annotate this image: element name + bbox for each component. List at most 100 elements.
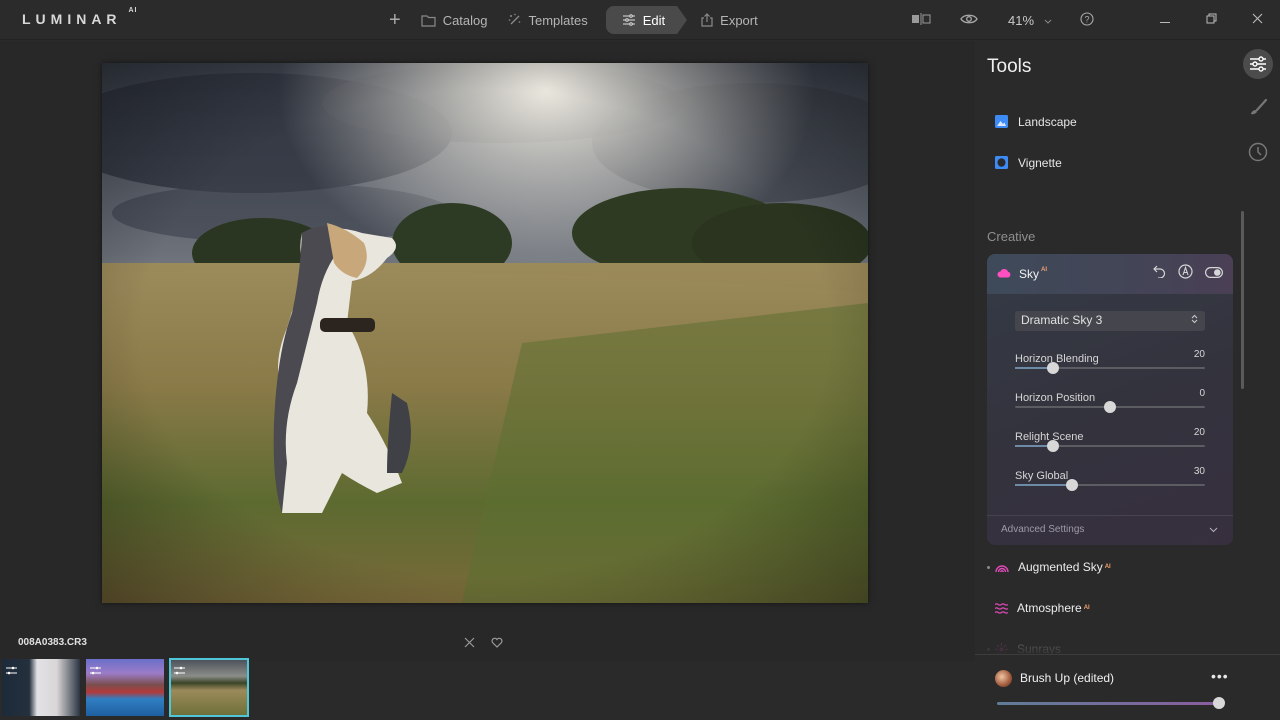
photo-actions xyxy=(464,635,503,653)
template-amount-slider[interactable] xyxy=(997,697,1225,709)
edited-adjustments-icon xyxy=(174,662,185,680)
chevron-down-icon xyxy=(1209,525,1218,536)
slider-track[interactable] xyxy=(1015,440,1205,452)
more-options-button[interactable]: ••• xyxy=(1211,668,1229,684)
slider-horizon-position: Horizon Position 0 xyxy=(1015,388,1205,413)
tool-label: Augmented Sky xyxy=(1018,560,1103,574)
slider-value: 0 xyxy=(1199,388,1205,399)
eye-icon xyxy=(960,13,978,28)
chevron-down-icon xyxy=(1044,13,1052,27)
slider-label: Sky Global xyxy=(1015,470,1069,482)
tool-vignette[interactable]: Vignette xyxy=(995,156,1062,170)
vignette-icon xyxy=(995,156,1009,170)
template-name: Brush Up (edited) xyxy=(1020,671,1115,685)
sky-tool-header[interactable]: Sky AI xyxy=(987,254,1233,294)
slider-handle[interactable] xyxy=(1213,697,1225,709)
slider-track[interactable] xyxy=(1015,401,1205,413)
slider-handle[interactable] xyxy=(1066,479,1078,491)
toggle-icon xyxy=(1205,267,1223,279)
tool-landscape[interactable]: Landscape xyxy=(995,115,1077,129)
zoom-dropdown[interactable]: 41% xyxy=(1004,13,1056,28)
heart-icon xyxy=(491,637,503,648)
tool-atmosphere[interactable]: Atmosphere AI xyxy=(995,601,1090,615)
add-photos-button[interactable]: + xyxy=(385,6,411,34)
sky-selection-dropdown[interactable]: Dramatic Sky 3 xyxy=(1015,311,1205,331)
slider-handle[interactable] xyxy=(1047,362,1059,374)
logo-text: LUMINAR xyxy=(22,11,122,27)
tab-export[interactable]: Export xyxy=(691,6,768,34)
top-right-controls: 41% ? xyxy=(906,0,1280,40)
close-icon xyxy=(1252,13,1263,27)
image-filename: 008A0383.CR3 xyxy=(18,637,87,648)
help-button[interactable]: ? xyxy=(1072,11,1102,29)
minimize-button[interactable] xyxy=(1142,13,1188,27)
tab-history[interactable] xyxy=(1243,137,1273,167)
template-thumbnail xyxy=(995,670,1012,687)
slider-sky-global: Sky Global 30 xyxy=(1015,466,1205,491)
tool-visibility-toggle[interactable] xyxy=(1205,265,1223,283)
tab-export-label: Export xyxy=(720,12,758,28)
selected-sky: Dramatic Sky 3 xyxy=(1021,313,1103,327)
mask-icon xyxy=(1178,264,1193,279)
ai-badge: AI xyxy=(1104,564,1111,570)
restore-icon xyxy=(1206,13,1217,27)
tool-augmented-sky[interactable]: Augmented Sky AI xyxy=(987,560,1111,574)
plus-icon: + xyxy=(389,8,401,31)
advanced-settings-toggle[interactable]: Advanced Settings xyxy=(987,515,1233,545)
mask-button[interactable] xyxy=(1178,264,1193,284)
slider-handle[interactable] xyxy=(1047,440,1059,452)
dog-photo-image xyxy=(102,63,868,603)
help-icon: ? xyxy=(1080,11,1094,29)
sky-tool-card: Sky AI Dramatic Sky 3 Horizon Blending 20… xyxy=(987,254,1233,545)
tool-label: Landscape xyxy=(1018,115,1077,129)
tab-edit[interactable]: Edit xyxy=(605,6,688,34)
share-icon xyxy=(701,13,713,27)
preview-button[interactable] xyxy=(954,13,984,28)
brush-icon xyxy=(1251,98,1268,115)
sky-title: Sky xyxy=(1019,267,1040,281)
favorite-button[interactable] xyxy=(491,635,503,653)
main-photo[interactable] xyxy=(102,63,868,603)
logo-ai-badge: AI xyxy=(128,7,138,15)
panel-side-tabs xyxy=(1236,49,1280,167)
tab-templates-label: Templates xyxy=(528,12,588,28)
folder-icon xyxy=(421,14,436,27)
undo-icon xyxy=(1153,265,1166,279)
slider-track[interactable] xyxy=(1015,479,1205,491)
magic-wand-icon xyxy=(508,13,522,27)
slider-handle[interactable] xyxy=(1104,401,1116,413)
cloud-icon xyxy=(997,265,1011,283)
applied-template-bar: Brush Up (edited) ••• xyxy=(975,654,1280,720)
clock-icon xyxy=(1248,142,1268,162)
slider-track[interactable] xyxy=(1015,362,1205,374)
ai-badge: AI xyxy=(1041,267,1048,273)
restore-button[interactable] xyxy=(1188,13,1234,27)
thumbnail-wedding-couple[interactable] xyxy=(2,659,80,716)
slider-value: 30 xyxy=(1193,466,1205,477)
close-window-button[interactable] xyxy=(1234,13,1280,27)
tab-catalog[interactable]: Catalog xyxy=(411,6,498,34)
slider-value: 20 xyxy=(1193,427,1205,438)
slider-horizon-blending: Horizon Blending 20 xyxy=(1015,349,1205,374)
panel-scrollbar[interactable] xyxy=(1241,211,1244,389)
reject-button[interactable] xyxy=(464,635,475,653)
main-nav: + Catalog Templates Edit Export xyxy=(385,6,768,34)
close-icon xyxy=(464,637,475,648)
minimize-icon xyxy=(1160,13,1170,27)
top-bar: LUMINAR AI + Catalog Templates Edit Expo… xyxy=(0,0,1280,40)
tools-panel: Tools Landscape Vignette Creative SkyAI xyxy=(975,41,1280,720)
reset-button[interactable] xyxy=(1153,265,1166,283)
thumbnail-lofoten-village[interactable] xyxy=(86,659,164,716)
tab-local-masking[interactable] xyxy=(1243,93,1273,123)
compare-button[interactable] xyxy=(906,12,936,28)
tab-tools[interactable] xyxy=(1243,49,1273,79)
tab-catalog-label: Catalog xyxy=(442,12,488,28)
list-fade xyxy=(975,637,1235,655)
ai-badge: AI xyxy=(1083,605,1090,611)
sliders-icon xyxy=(1250,56,1266,72)
filmstrip xyxy=(0,658,249,717)
tab-templates[interactable]: Templates xyxy=(498,6,598,34)
chevron-updown-icon xyxy=(1191,314,1198,327)
thumbnail-dog-in-field[interactable] xyxy=(169,658,249,717)
edited-adjustments-icon xyxy=(6,662,17,680)
